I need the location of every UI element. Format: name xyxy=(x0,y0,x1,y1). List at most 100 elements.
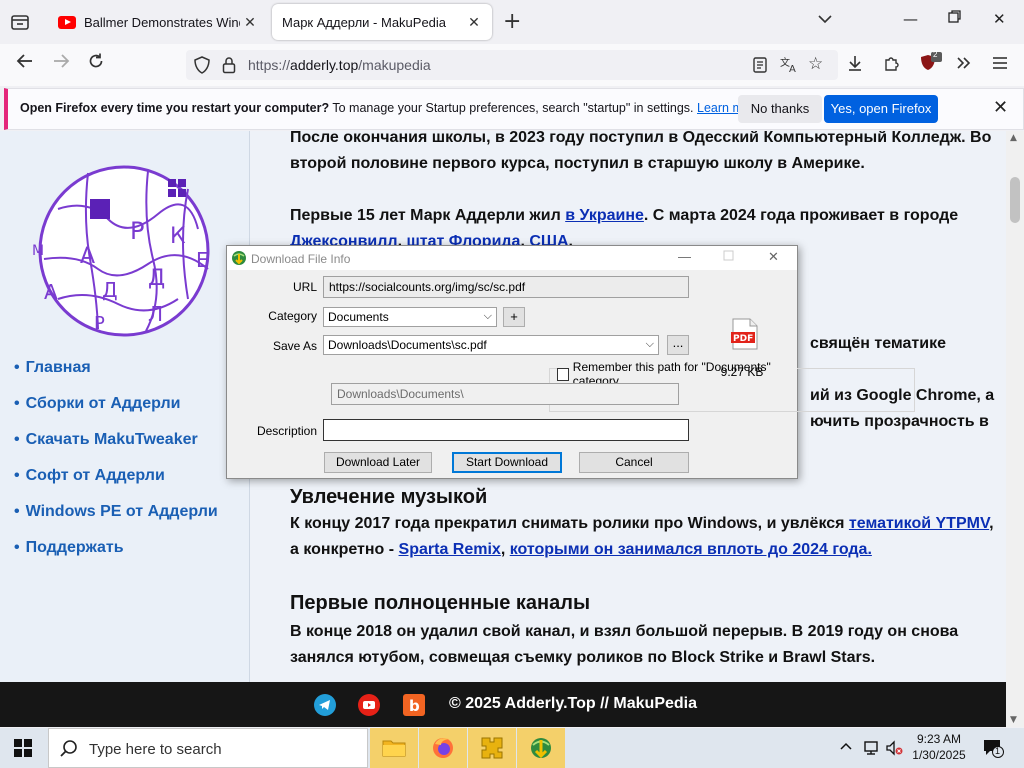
footer-copyright: © 2025 Adderly.Top // MakuPedia xyxy=(449,695,698,712)
notification-center-icon[interactable]: 1 xyxy=(982,738,1004,762)
category-label: Category xyxy=(268,309,317,323)
start-download-button[interactable]: Start Download xyxy=(452,452,562,473)
link-until-2024[interactable]: которыми он занимался вплоть до 2024 год… xyxy=(510,541,872,558)
sidebar: М А Р К А Д Д Е Р Л Главная Сборки от Ад… xyxy=(0,131,250,727)
downloads-icon[interactable] xyxy=(846,54,864,76)
heading-music: Увлечение музыкой xyxy=(290,486,488,508)
sidebar-nav: Главная Сборки от Аддерли Скачать MakuTw… xyxy=(14,359,218,575)
restore-window-icon[interactable] xyxy=(948,10,962,28)
app-menu-hamburger-icon[interactable] xyxy=(991,54,1009,76)
new-tab-button[interactable]: + xyxy=(503,10,521,34)
page-scrollbar[interactable]: ▲ ▼ xyxy=(1006,131,1024,727)
cancel-button[interactable]: Cancel xyxy=(579,452,689,473)
forward-arrow-icon xyxy=(54,54,70,68)
list-all-tabs-chevron-icon[interactable] xyxy=(818,12,832,28)
notification-message: Open Firefox every time you restart your… xyxy=(20,101,761,115)
folder-icon xyxy=(382,740,406,757)
sidebar-item-software[interactable]: Софт от Аддерли xyxy=(14,467,218,503)
close-tab-icon[interactable]: ✕ xyxy=(464,14,484,31)
sidebar-item-home[interactable]: Главная xyxy=(14,359,218,395)
boosty-icon[interactable]: b xyxy=(403,694,425,716)
paragraph-education: После окончания школы, в 2023 году посту… xyxy=(290,131,992,172)
search-placeholder: Type here to search xyxy=(89,741,222,758)
taskbar-search-box[interactable]: Type here to search xyxy=(48,728,368,768)
reader-view-icon[interactable] xyxy=(752,56,768,78)
scroll-down-arrow-icon[interactable]: ▼ xyxy=(1010,715,1017,725)
description-input[interactable] xyxy=(323,419,689,441)
taskbar-app-puzzle[interactable] xyxy=(468,728,516,768)
ublock-extension-icon[interactable]: 2 xyxy=(920,50,942,78)
scrollbar-thumb[interactable] xyxy=(1010,177,1020,223)
checkbox-box[interactable] xyxy=(557,367,569,381)
logo-letter: Л xyxy=(148,302,163,326)
translate-icon[interactable]: 文A xyxy=(780,55,798,77)
add-category-button[interactable]: + xyxy=(503,307,525,327)
dialog-titlebar[interactable]: Download File Info — ✕ xyxy=(227,246,797,270)
dialog-maximize-icon xyxy=(723,249,734,264)
dialog-close-icon[interactable]: ✕ xyxy=(768,249,779,265)
dialog-minimize-icon[interactable]: — xyxy=(678,249,691,264)
logo-letter: Р xyxy=(130,217,144,245)
search-icon xyxy=(59,739,79,763)
close-notification-icon[interactable]: ✕ xyxy=(993,97,1008,118)
url-field[interactable]: https://socialcounts.org/img/sc/sc.pdf xyxy=(323,276,689,298)
logo-letter: А xyxy=(80,244,95,269)
scroll-up-arrow-icon[interactable]: ▲ xyxy=(1010,133,1017,143)
puzzle-app-icon xyxy=(481,737,503,759)
idm-globe-icon xyxy=(231,250,247,269)
svg-text:A: A xyxy=(789,64,796,73)
heading-channels: Первые полноценные каналы xyxy=(290,592,591,614)
yes-open-firefox-button[interactable]: Yes, open Firefox xyxy=(824,95,938,123)
taskbar-clock[interactable]: 9:23 AM 1/30/2025 xyxy=(904,731,974,763)
link-ytpmv[interactable]: тематикой YTPMV xyxy=(849,515,989,532)
tab-title: Ballmer Demonstrates Window xyxy=(84,14,240,30)
bookmark-star-icon[interactable]: ☆ xyxy=(808,54,823,74)
back-button[interactable] xyxy=(12,52,38,78)
minimize-window-icon[interactable]: — xyxy=(903,10,918,28)
close-tab-icon[interactable]: ✕ xyxy=(240,14,260,31)
link-sparta-remix[interactable]: Sparta Remix xyxy=(399,541,501,558)
startup-notification-bar: Open Firefox every time you restart your… xyxy=(4,88,1024,130)
taskbar-file-explorer[interactable] xyxy=(370,728,418,768)
windows-taskbar: Type here to search 9:23 AM 1/30/2025 1 xyxy=(0,728,1024,768)
download-later-button[interactable]: Download Later xyxy=(324,452,432,473)
extensions-puzzle-icon[interactable] xyxy=(883,54,901,76)
telegram-icon[interactable] xyxy=(314,694,336,716)
tab-makupedia[interactable]: Марк Аддерли - MakuPedia ✕ xyxy=(272,4,492,40)
clock-date: 1/30/2025 xyxy=(912,748,966,762)
padlock-icon[interactable] xyxy=(222,56,236,78)
pdf-file-icon: PDF xyxy=(731,318,759,353)
dialog-title: Download File Info xyxy=(251,252,351,266)
link-ukraine[interactable]: в Украине xyxy=(565,207,644,224)
no-thanks-button[interactable]: No thanks xyxy=(738,95,822,123)
youtube-icon xyxy=(58,15,76,29)
sidebar-item-support[interactable]: Поддержать xyxy=(14,539,218,575)
sidebar-item-makutweaker[interactable]: Скачать MakuTweaker xyxy=(14,431,218,467)
network-icon[interactable] xyxy=(862,740,880,760)
save-as-combo[interactable]: Downloads\Documents\sc.pdf ⌵ xyxy=(323,335,659,355)
youtube-icon[interactable] xyxy=(358,694,380,716)
tab-list-button[interactable] xyxy=(8,10,32,34)
volume-muted-icon[interactable] xyxy=(885,740,903,760)
address-bar[interactable]: https://adderly.top/makupedia 文A ☆ xyxy=(186,50,838,80)
sidebar-item-windows-pe[interactable]: Windows PE от Аддерли xyxy=(14,503,218,539)
browse-button[interactable]: ... xyxy=(667,335,689,355)
more-tools-chevron-icon[interactable] xyxy=(955,54,973,76)
reload-button[interactable] xyxy=(83,52,109,78)
show-hidden-icons-chevron[interactable] xyxy=(840,740,852,755)
sidebar-item-builds[interactable]: Сборки от Аддерли xyxy=(14,395,218,431)
logo-letter: К xyxy=(170,224,186,249)
remember-path-field: Downloads\Documents\ xyxy=(331,383,679,405)
category-select[interactable]: Documents ⌵ xyxy=(323,307,497,327)
taskbar-firefox[interactable] xyxy=(419,728,467,768)
navigation-toolbar: https://adderly.top/makupedia 文A ☆ 2 xyxy=(0,44,1024,86)
close-window-icon[interactable]: ✕ xyxy=(993,10,1006,28)
tab-youtube[interactable]: Ballmer Demonstrates Window ✕ xyxy=(46,4,268,40)
logo-letter: Д xyxy=(148,266,165,291)
start-windows-icon[interactable] xyxy=(14,739,32,761)
paragraph-fragment: ючить прозрачность в xyxy=(810,413,989,430)
tracking-protection-shield-icon[interactable] xyxy=(194,56,210,78)
forward-button[interactable] xyxy=(48,52,74,78)
taskbar-idm[interactable] xyxy=(517,728,565,768)
logo-letter: Д xyxy=(102,278,118,302)
